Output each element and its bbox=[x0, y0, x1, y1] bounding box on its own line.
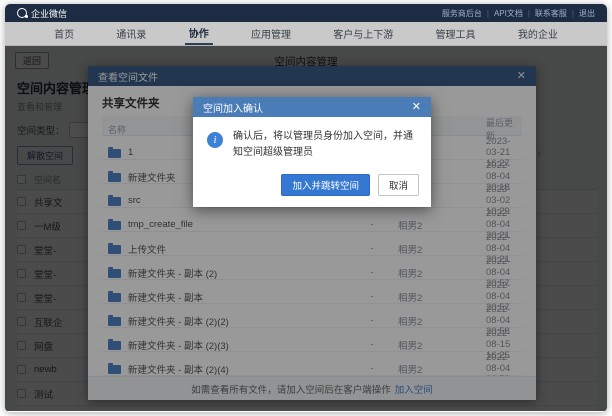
top-link[interactable]: 服务商后台 bbox=[442, 8, 482, 19]
confirm-modal-title: 空间加入确认 bbox=[203, 100, 263, 115]
nav-tab[interactable]: 通讯录 bbox=[112, 22, 150, 45]
nav-tab[interactable]: 应用管理 bbox=[247, 22, 295, 45]
nav-tab[interactable]: 我的企业 bbox=[514, 22, 562, 45]
top-link[interactable]: 退出 bbox=[579, 8, 595, 19]
confirm-buttons: 加入并跳转空间 取消 bbox=[281, 174, 419, 196]
join-and-open-button[interactable]: 加入并跳转空间 bbox=[281, 174, 370, 196]
close-icon[interactable]: ✕ bbox=[412, 102, 421, 113]
main-nav: 首页 通讯录 协作 应用管理 客户与上下游 管理工具 我的企业 bbox=[5, 22, 607, 46]
top-link[interactable]: 联系客服 bbox=[535, 8, 567, 19]
brand-name: 企业微信 bbox=[31, 7, 67, 20]
nav-tab[interactable]: 客户与上下游 bbox=[329, 22, 397, 45]
nav-tab[interactable]: 协作 bbox=[185, 22, 213, 45]
info-icon: i bbox=[207, 132, 223, 148]
top-bar: 企业微信 服务商后台 | API文档 | 联系客服 | 退出 bbox=[5, 4, 607, 22]
confirm-message: 确认后，将以管理员身份加入空间，并通知空间超级管理员 bbox=[233, 129, 419, 160]
top-links: 服务商后台 | API文档 | 联系客服 | 退出 bbox=[442, 8, 595, 19]
nav-tab[interactable]: 管理工具 bbox=[432, 22, 480, 45]
confirm-modal-body: i 确认后，将以管理员身份加入空间，并通知空间超级管理员 加入并跳转空间 取消 bbox=[193, 117, 431, 207]
separator: | bbox=[487, 9, 489, 18]
app-window: 企业微信 服务商后台 | API文档 | 联系客服 | 退出 首页 通讯录 协作 应用管理 客户与上… bbox=[5, 4, 607, 412]
cancel-button[interactable]: 取消 bbox=[378, 174, 419, 196]
brand-logo-icon bbox=[17, 8, 27, 18]
join-confirm-modal: 空间加入确认 ✕ i 确认后，将以管理员身份加入空间，并通知空间超级管理员 加入… bbox=[193, 97, 431, 207]
nav-tab[interactable]: 首页 bbox=[50, 22, 78, 45]
content-area: 返回 空间内容管理 空间内容管理 查看和管理 空间类型： 解散空间 1 / 12… bbox=[5, 46, 607, 411]
confirm-modal-header: 空间加入确认 ✕ bbox=[193, 97, 431, 117]
separator: | bbox=[572, 9, 574, 18]
separator: | bbox=[528, 9, 530, 18]
brand: 企业微信 bbox=[17, 7, 67, 20]
top-link[interactable]: API文档 bbox=[494, 8, 523, 19]
